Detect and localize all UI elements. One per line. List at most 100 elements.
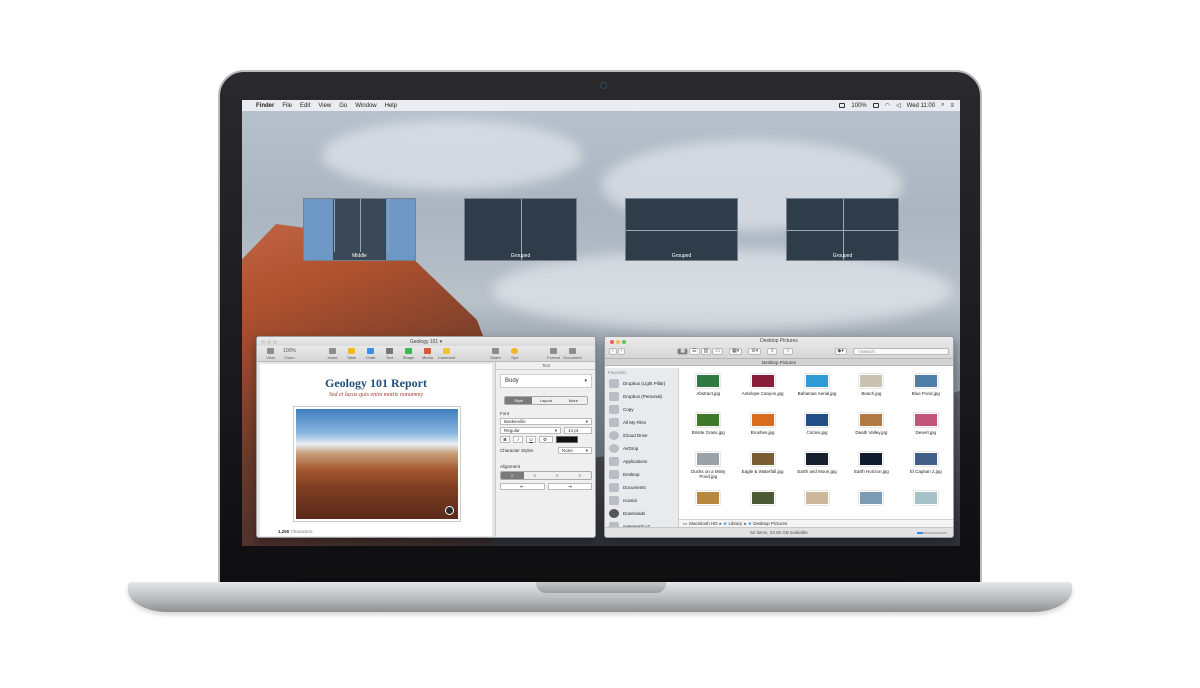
display-icon[interactable] <box>839 103 846 108</box>
path-tab[interactable]: Desktop Pictures <box>605 359 953 366</box>
file-item[interactable]: Death Valley.jpg <box>846 409 896 448</box>
volume-icon[interactable]: ◁ <box>896 102 901 109</box>
tags-icon[interactable]: ○ <box>783 348 793 355</box>
sidebar-item-copy[interactable]: Copy <box>605 403 678 416</box>
toolbar-table[interactable]: Table <box>342 348 361 360</box>
char-styles-popup[interactable]: None ▾ <box>558 447 592 454</box>
search-icon[interactable]: ⌕ <box>941 102 944 109</box>
sidebar-item-home[interactable]: ncosini <box>605 494 678 507</box>
menu-app-name[interactable]: Finder <box>256 103 274 109</box>
align-left-icon[interactable]: ≡ <box>501 472 524 479</box>
bold-button[interactable]: B <box>500 436 510 443</box>
coverflow-view-button[interactable]: ▭ <box>712 348 724 355</box>
font-family-popup[interactable]: Baskerville ▾ <box>500 418 592 425</box>
italic-button[interactable]: I <box>513 436 523 443</box>
menu-go[interactable]: Go <box>339 103 347 109</box>
path-item[interactable]: Macintosh HD <box>689 521 717 526</box>
toolbar-insert[interactable]: Insert <box>323 348 342 360</box>
document-photo[interactable] <box>293 406 461 522</box>
battery-percent[interactable]: 100% <box>851 103 866 109</box>
toolbar-zoom[interactable]: 100% Zoom <box>280 348 299 360</box>
path-item[interactable]: Library <box>729 521 743 526</box>
file-item[interactable]: Brushes.jpg <box>737 409 787 448</box>
align-justify-icon[interactable]: ≡ <box>569 472 592 479</box>
font-weight-popup[interactable]: Regular ▾ <box>500 427 561 434</box>
underline-button[interactable]: U <box>526 436 536 443</box>
file-item[interactable]: Circles.jpg <box>792 409 842 448</box>
document-subtitle[interactable]: Sed et lacus quis enim mattis nonummy <box>260 392 492 398</box>
file-item[interactable]: Bristle Grass.jpg <box>683 409 733 448</box>
indent-decrease-icon[interactable]: ⇤ <box>500 483 545 490</box>
menu-view[interactable]: View <box>318 103 331 109</box>
space-thumbnail-3[interactable]: Grouped <box>625 198 738 261</box>
file-item[interactable]: Blue Pond.jpg <box>901 370 951 409</box>
toolbar-media[interactable]: Media <box>418 348 437 360</box>
column-view-button[interactable]: ▥ <box>700 348 712 355</box>
notification-center-icon[interactable]: ≡ <box>950 103 954 109</box>
menu-clock[interactable]: Wed 11:00 <box>907 103 935 109</box>
space-thumbnail-4[interactable]: Grouped <box>786 198 899 261</box>
menu-window[interactable]: Window <box>355 103 376 109</box>
menu-help[interactable]: Help <box>385 103 397 109</box>
file-item[interactable]: Bahamas Aerial.jpg <box>792 370 842 409</box>
sidebar-item-icloud-drive[interactable]: iCloud Drive <box>605 429 678 442</box>
wifi-icon[interactable]: ◠ <box>885 102 890 109</box>
file-item[interactable]: Ducks on a Misty Pond.jpg <box>683 448 733 487</box>
menu-file[interactable]: File <box>282 103 292 109</box>
menu-edit[interactable]: Edit <box>300 103 310 109</box>
document-page[interactable]: Geology 101 Report Sed et lacus quis eni… <box>260 364 492 536</box>
file-item[interactable]: Desert.jpg <box>901 409 951 448</box>
media-placeholder-icon[interactable] <box>445 506 454 515</box>
file-item[interactable]: Beach.jpg <box>846 370 896 409</box>
arrange-button[interactable]: ▦▾ <box>729 348 743 355</box>
sidebar-item-all-my-files[interactable]: All My Files <box>605 416 678 429</box>
toolbar-format[interactable]: Format <box>544 348 563 360</box>
window-title[interactable]: Geology 101 ▾ <box>257 339 595 345</box>
tab-more[interactable]: More <box>560 397 587 404</box>
word-count[interactable]: 1,260 Characters <box>278 529 313 534</box>
path-item[interactable]: Desktop Pictures <box>753 521 787 526</box>
action-gear-icon[interactable]: ⚙▾ <box>748 348 762 355</box>
file-item[interactable]: Antelope Canyon.jpg <box>737 370 787 409</box>
sidebar-item-dropbox-personal[interactable]: Dropbox (Personal) <box>605 390 678 403</box>
file-item[interactable]: Earth and Moon.jpg <box>792 448 842 487</box>
toolbar-tips[interactable]: Tips <box>505 348 524 360</box>
space-thumbnail-1[interactable]: Middle <box>303 198 416 261</box>
paragraph-style-popup[interactable]: Body ▾ <box>500 374 592 388</box>
toolbar-text[interactable]: Text <box>380 348 399 360</box>
file-item[interactable]: Eagle & Waterfall.jpg <box>737 448 787 487</box>
battery-icon[interactable] <box>872 103 879 108</box>
file-item[interactable]: Abstract.jpg <box>683 370 733 409</box>
toolbar-chart[interactable]: Chart <box>361 348 380 360</box>
align-right-icon[interactable]: ≡ <box>546 472 569 479</box>
sidebar-item-documents[interactable]: Documents <box>605 481 678 494</box>
text-color-well[interactable] <box>556 436 578 443</box>
file-item[interactable]: Earth Horizon.jpg <box>846 448 896 487</box>
toolbar-document[interactable]: Document <box>563 348 582 360</box>
file-item[interactable]: El Capitan 2.jpg <box>901 448 951 487</box>
toolbar-comment[interactable]: Comment <box>437 348 456 360</box>
sidebar-item-applications[interactable]: Applications <box>605 455 678 468</box>
align-center-icon[interactable]: ≡ <box>524 472 547 479</box>
font-size-stepper[interactable]: 14 pt <box>564 427 592 434</box>
tab-layout[interactable]: Layout <box>532 397 559 404</box>
forward-button[interactable]: › <box>617 348 626 355</box>
dropbox-icon[interactable]: ◆▾ <box>834 348 847 355</box>
icon-size-slider[interactable] <box>917 532 947 534</box>
tab-style[interactable]: Style <box>505 397 533 404</box>
toolbar-share[interactable]: Share <box>486 348 505 360</box>
back-button[interactable]: ‹ <box>609 348 617 355</box>
sidebar-item-dropbox-light-pillar[interactable]: Dropbox (Light Pillar) <box>605 377 678 390</box>
toolbar-shape[interactable]: Shape <box>399 348 418 360</box>
document-title[interactable]: Geology 101 Report <box>260 376 492 391</box>
icon-view-button[interactable]: ▦ <box>677 348 689 355</box>
sidebar-item-desktop[interactable]: Desktop <box>605 468 678 481</box>
sidebar-item-downloads[interactable]: Downloads <box>605 507 678 520</box>
sidebar-item-airdrop[interactable]: AirDrop <box>605 442 678 455</box>
space-thumbnail-2[interactable]: Grouped <box>464 198 577 261</box>
text-options-gear-icon[interactable]: ⚙ <box>539 436 553 443</box>
toolbar-view[interactable]: View <box>261 348 280 360</box>
share-icon[interactable]: ⇪ <box>767 348 778 355</box>
list-view-button[interactable]: ☰ <box>689 348 700 355</box>
indent-increase-icon[interactable]: ⇥ <box>547 483 592 490</box>
